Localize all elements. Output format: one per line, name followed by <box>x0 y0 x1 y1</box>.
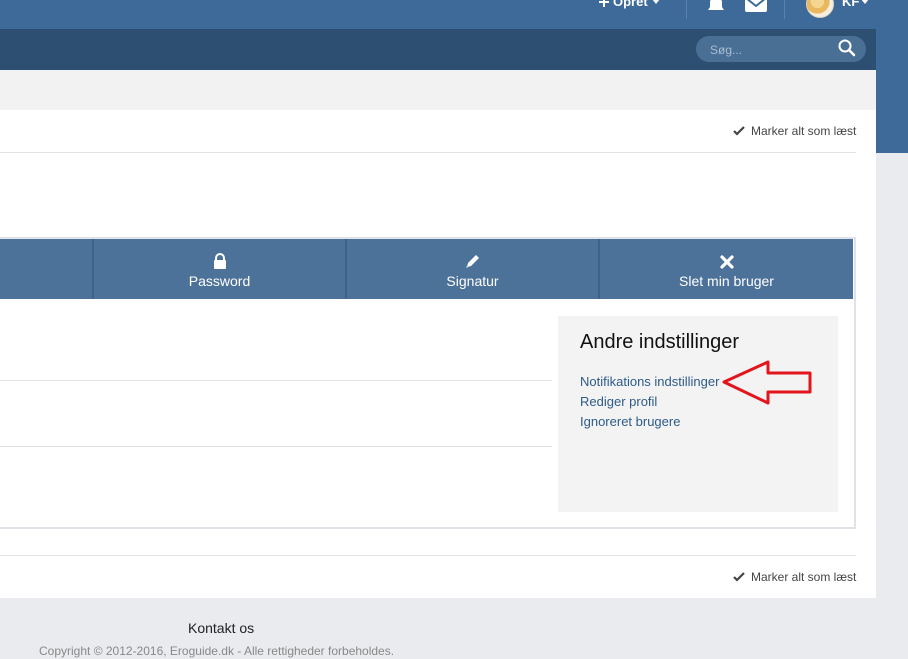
divider <box>0 446 552 447</box>
tab-label: Slet min bruger <box>679 273 774 289</box>
separator <box>686 0 687 19</box>
mark-all-read-link[interactable]: Marker alt som læst <box>733 124 856 138</box>
close-icon <box>719 255 734 269</box>
bell-icon[interactable] <box>706 0 726 12</box>
mark-all-read-label: Marker alt som læst <box>751 124 857 138</box>
mark-all-read-label: Marker alt som læst <box>751 570 857 584</box>
annotation-arrow-icon <box>722 360 812 405</box>
divider <box>0 380 552 381</box>
user-menu[interactable]: KF <box>842 0 869 9</box>
ignored-users-link[interactable]: Ignoreret brugere <box>580 414 680 429</box>
check-icon <box>733 572 745 582</box>
caret-down-icon <box>862 0 869 4</box>
check-icon <box>733 126 745 136</box>
mail-icon[interactable] <box>745 0 767 12</box>
divider <box>0 152 856 153</box>
tab-signatur[interactable]: Signatur <box>347 239 598 299</box>
divider <box>0 555 856 556</box>
lock-icon <box>213 253 226 269</box>
search-input[interactable] <box>708 40 832 60</box>
tab-label: Password <box>188 273 251 289</box>
plus-icon <box>599 0 609 7</box>
breadcrumb-bar <box>0 70 876 110</box>
separator <box>784 0 785 19</box>
top-bar <box>0 0 908 29</box>
other-settings-title: Andre indstillinger <box>580 331 739 353</box>
pencil-icon <box>465 255 479 268</box>
search-icon[interactable] <box>838 39 856 57</box>
mark-all-read-link[interactable]: Marker alt som læst <box>733 570 856 584</box>
caret-down-icon <box>652 0 659 4</box>
tab-slet-min-bruger[interactable]: Slet min bruger <box>600 239 853 299</box>
tab-password[interactable]: Password <box>94 239 345 299</box>
create-label: Opret <box>613 0 648 9</box>
notification-settings-link[interactable]: Notifikations indstillinger <box>580 374 719 389</box>
create-button[interactable]: Opret <box>599 0 660 9</box>
header-edge <box>876 29 908 153</box>
tab-label: Signatur <box>446 273 499 289</box>
user-initials: KF <box>842 0 860 9</box>
copyright-text: Copyright © 2012-2016, Eroguide.dk - All… <box>39 644 395 658</box>
edit-profile-link[interactable]: Rediger profil <box>580 394 657 409</box>
contact-link[interactable]: Kontakt os <box>188 620 254 636</box>
